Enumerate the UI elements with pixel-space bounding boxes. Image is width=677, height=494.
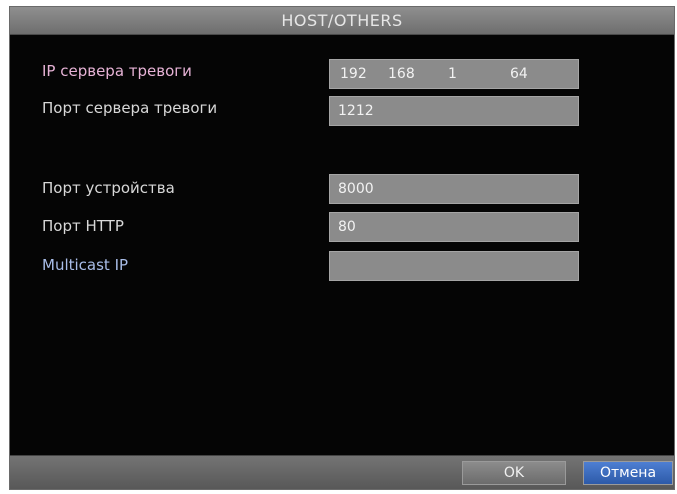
device-port-value: 8000 (338, 181, 374, 197)
host-others-dialog: HOST/OTHERS IP сервера тревоги 192 168 1… (9, 6, 675, 490)
alarm-ip-octet-2[interactable]: 168 (388, 60, 415, 88)
http-port-field[interactable]: 80 (329, 212, 579, 242)
title-bar: HOST/OTHERS (10, 7, 674, 35)
dialog-title: HOST/OTHERS (281, 11, 403, 30)
alarm-server-port-label: Порт сервера тревоги (42, 99, 218, 117)
alarm-server-ip-label: IP сервера тревоги (42, 62, 192, 80)
device-port-field[interactable]: 8000 (329, 174, 579, 204)
http-port-value: 80 (338, 219, 356, 235)
multicast-ip-label: Multicast IP (42, 256, 129, 274)
alarm-ip-octet-1[interactable]: 192 (340, 60, 367, 88)
multicast-ip-field[interactable] (329, 251, 579, 281)
device-port-label: Порт устройства (42, 179, 175, 197)
alarm-server-port-value: 1212 (338, 103, 374, 119)
ok-button[interactable]: OK (462, 461, 566, 485)
alarm-server-port-field[interactable]: 1212 (329, 96, 579, 126)
http-port-label: Порт HTTP (42, 217, 124, 235)
alarm-server-ip-field[interactable]: 192 168 1 64 (329, 59, 579, 89)
alarm-ip-octet-3[interactable]: 1 (448, 60, 457, 88)
alarm-ip-octet-4[interactable]: 64 (510, 60, 528, 88)
button-bar: OK Отмена (10, 455, 674, 489)
cancel-button[interactable]: Отмена (583, 461, 673, 485)
